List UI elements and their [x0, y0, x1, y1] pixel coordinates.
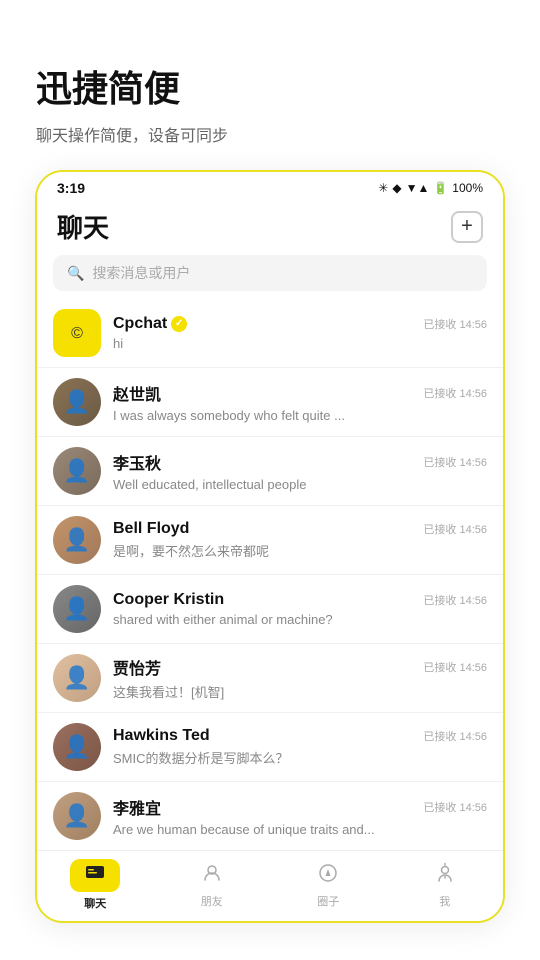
search-placeholder: 搜索消息或用户 — [92, 263, 190, 283]
chat-item-li-yu[interactable]: 👤 李玉秋 已接收 14:56 Well educated, intellect… — [37, 437, 503, 506]
bottom-nav: 聊天 朋友 圈子 — [37, 850, 503, 921]
chat-time-li-yu: 已接收 14:56 — [423, 454, 487, 470]
chat-name-bell: Bell Floyd — [113, 520, 189, 538]
chat-nav-bg — [70, 859, 120, 892]
chat-time-cooper: 已接收 14:56 — [423, 592, 487, 608]
chat-time-cpchat: 已接收 14:56 — [423, 316, 487, 332]
circle-nav-icon — [317, 862, 339, 890]
chat-time-jia: 已接收 14:56 — [423, 659, 487, 675]
chat-name-cooper: Cooper Kristin — [113, 591, 224, 609]
chat-content-jia: 贾怡芳 已接收 14:56 这集我看过！[机智] — [113, 655, 487, 701]
svg-text:©: © — [71, 325, 83, 342]
chat-content-bell: Bell Floyd 已接收 14:56 是啊，要不然怎么来帝都呢 — [113, 520, 487, 560]
avatar-cpchat: © — [53, 309, 101, 357]
wifi-icon: ◆ — [392, 181, 401, 195]
friends-nav-label: 朋友 — [201, 893, 223, 909]
chat-content-hawkins: Hawkins Ted 已接收 14:56 SMIC的数据分析是写脚本么？ — [113, 727, 487, 767]
verified-icon: ✓ — [171, 316, 187, 332]
chat-name-cpchat: Cpchat ✓ — [113, 315, 187, 333]
battery-icon: 🔋 — [433, 181, 448, 195]
status-time: 3:19 — [57, 180, 85, 196]
chat-preview-li-ya: Are we human because of unique traits an… — [113, 822, 487, 837]
chat-preview-cooper: shared with either animal or machine? — [113, 612, 487, 627]
chat-item-cpchat[interactable]: © Cpchat ✓ 已接收 14:56 hi — [37, 299, 503, 368]
phone-mockup: 3:19 ✳ ◆ ▼▲ 🔋 100% 聊天 + 🔍 搜索消息或用户 — [35, 170, 505, 923]
chat-content-cpchat: Cpchat ✓ 已接收 14:56 hi — [113, 315, 487, 351]
nav-item-circle[interactable]: 圈子 — [298, 862, 358, 909]
hero-subtitle: 聊天操作简便，设备可同步 — [36, 122, 228, 146]
status-icons: ✳ ◆ ▼▲ 🔋 100% — [378, 181, 483, 195]
chat-name-jia: 贾怡芳 — [113, 655, 161, 679]
chat-preview-jia: 这集我看过！[机智] — [113, 682, 487, 701]
search-bar[interactable]: 🔍 搜索消息或用户 — [53, 255, 487, 291]
chat-content-cooper: Cooper Kristin 已接收 14:56 shared with eit… — [113, 591, 487, 627]
chat-preview-bell: 是啊，要不然怎么来帝都呢 — [113, 541, 487, 560]
page-background: 迅捷简便 聊天操作简便，设备可同步 3:19 ✳ ◆ ▼▲ 🔋 100% 聊天 … — [0, 0, 540, 960]
avatar-li-ya: 👤 — [53, 792, 101, 840]
hero-title: 迅捷简便 — [36, 60, 180, 112]
search-icon: 🔍 — [67, 265, 84, 282]
chat-name-hawkins: Hawkins Ted — [113, 727, 210, 745]
me-nav-label: 我 — [439, 893, 450, 909]
avatar-zhao: 👤 — [53, 378, 101, 426]
chat-preview-li-yu: Well educated, intellectual people — [113, 477, 487, 492]
chat-preview-zhao: I was always somebody who felt quite ... — [113, 408, 487, 423]
bluetooth-icon: ✳ — [378, 181, 388, 195]
app-header: 聊天 + — [37, 200, 503, 255]
chat-time-zhao: 已接收 14:56 — [423, 385, 487, 401]
chat-nav-icon — [84, 868, 106, 888]
circle-nav-label: 圈子 — [317, 893, 339, 909]
chat-content-li-ya: 李雅宜 已接收 14:56 Are we human because of un… — [113, 795, 487, 837]
chat-top-cpchat: Cpchat ✓ 已接收 14:56 — [113, 315, 487, 333]
chat-item-zhao[interactable]: 👤 赵世凯 已接收 14:56 I was always somebody wh… — [37, 368, 503, 437]
chat-time-li-ya: 已接收 14:56 — [423, 799, 487, 815]
status-bar: 3:19 ✳ ◆ ▼▲ 🔋 100% — [37, 172, 503, 200]
chat-time-bell: 已接收 14:56 — [423, 521, 487, 537]
chat-preview-cpchat: hi — [113, 336, 487, 351]
add-icon: + — [461, 215, 473, 238]
chat-list: © Cpchat ✓ 已接收 14:56 hi — [37, 299, 503, 850]
chat-time-hawkins: 已接收 14:56 — [423, 728, 487, 744]
avatar-bell: 👤 — [53, 516, 101, 564]
nav-item-friends[interactable]: 朋友 — [182, 862, 242, 909]
chat-nav-label: 聊天 — [84, 895, 106, 911]
app-title: 聊天 — [57, 208, 109, 245]
friends-nav-icon — [201, 862, 223, 890]
avatar-hawkins: 👤 — [53, 723, 101, 771]
battery-percentage: 100% — [452, 181, 483, 195]
add-button[interactable]: + — [451, 211, 483, 243]
chat-item-cooper[interactable]: 👤 Cooper Kristin 已接收 14:56 shared with e… — [37, 575, 503, 644]
chat-item-jia[interactable]: 👤 贾怡芳 已接收 14:56 这集我看过！[机智] — [37, 644, 503, 713]
avatar-jia: 👤 — [53, 654, 101, 702]
signal-icon: ▼▲ — [406, 181, 430, 195]
chat-name-zhao: 赵世凯 — [113, 381, 161, 405]
chat-content-zhao: 赵世凯 已接收 14:56 I was always somebody who … — [113, 381, 487, 423]
avatar-cooper: 👤 — [53, 585, 101, 633]
chat-name-li-ya: 李雅宜 — [113, 795, 161, 819]
me-nav-icon — [434, 862, 456, 890]
chat-preview-hawkins: SMIC的数据分析是写脚本么？ — [113, 748, 487, 767]
chat-content-li-yu: 李玉秋 已接收 14:56 Well educated, intellectua… — [113, 450, 487, 492]
chat-name-li-yu: 李玉秋 — [113, 450, 161, 474]
nav-item-me[interactable]: 我 — [415, 862, 475, 909]
avatar-li-yu: 👤 — [53, 447, 101, 495]
chat-item-hawkins[interactable]: 👤 Hawkins Ted 已接收 14:56 SMIC的数据分析是写脚本么？ — [37, 713, 503, 782]
chat-item-li-ya[interactable]: 👤 李雅宜 已接收 14:56 Are we human because of … — [37, 782, 503, 850]
nav-item-chat[interactable]: 聊天 — [65, 859, 125, 911]
chat-item-bell[interactable]: 👤 Bell Floyd 已接收 14:56 是啊，要不然怎么来帝都呢 — [37, 506, 503, 575]
